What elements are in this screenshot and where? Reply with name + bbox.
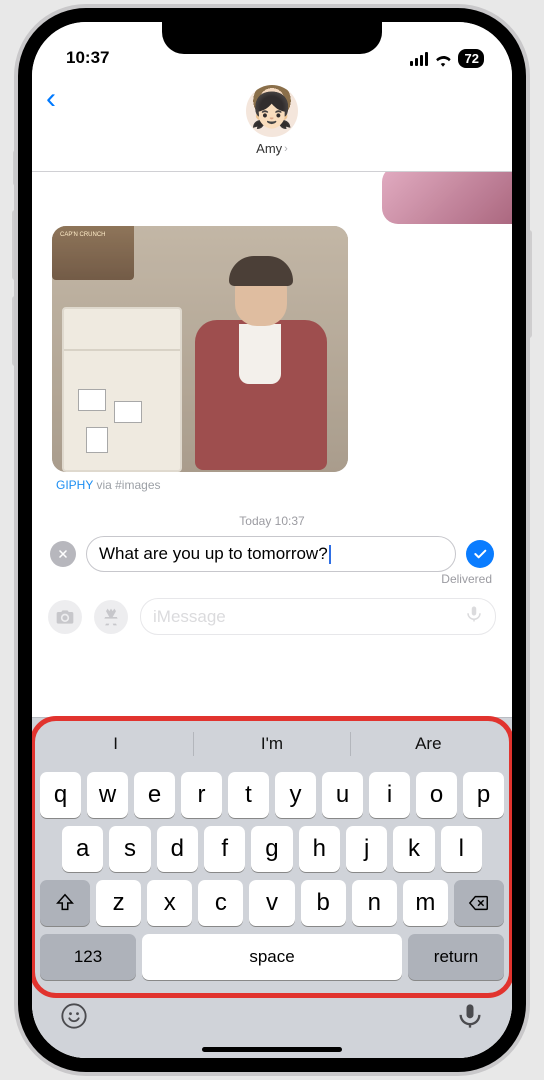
key-b[interactable]: b (301, 880, 346, 926)
chevron-right-icon: › (284, 143, 288, 155)
gif-attribution[interactable]: GIPHY via #images (56, 478, 161, 492)
key-c[interactable]: c (198, 880, 243, 926)
gif-fridge (62, 307, 182, 472)
key-p[interactable]: p (463, 772, 504, 818)
suggestion-2[interactable]: I'm (193, 732, 349, 756)
phone-frame: 10:37 72 ‹ 👧🏻 Amy › CAP'N CRUNCH (18, 8, 526, 1072)
key-z[interactable]: z (96, 880, 141, 926)
key-a[interactable]: a (62, 826, 103, 872)
keyboard-toolbar (38, 988, 506, 1043)
key-row-4: 123 space return (38, 934, 506, 988)
key-m[interactable]: m (403, 880, 448, 926)
timestamp-label: Today 10:37 (32, 514, 512, 528)
delete-key[interactable] (454, 880, 504, 926)
key-x[interactable]: x (147, 880, 192, 926)
key-row-3: z x c v b n m (38, 880, 506, 926)
key-t[interactable]: t (228, 772, 269, 818)
camera-button[interactable] (48, 600, 82, 634)
key-o[interactable]: o (416, 772, 457, 818)
wifi-icon (434, 52, 452, 66)
key-j[interactable]: j (346, 826, 387, 872)
key-v[interactable]: v (249, 880, 294, 926)
compose-input[interactable]: iMessage (140, 598, 496, 635)
gif-source-label: GIPHY (56, 478, 93, 492)
received-gif-message[interactable]: CAP'N CRUNCH (52, 226, 348, 472)
key-row-2: a s d f g h j k l (38, 826, 506, 872)
screen: 10:37 72 ‹ 👧🏻 Amy › CAP'N CRUNCH (32, 22, 512, 1058)
dictation-key[interactable] (456, 1002, 484, 1035)
suggestion-1[interactable]: I (38, 724, 193, 764)
cellular-icon (410, 52, 428, 66)
message-edit-input[interactable]: What are you up to tomorrow? (86, 536, 456, 572)
conversation-header: ‹ 👧🏻 Amy › (32, 70, 512, 172)
space-key[interactable]: space (142, 934, 402, 980)
delivered-label: Delivered (441, 572, 492, 586)
gif-person (177, 252, 342, 472)
return-key[interactable]: return (408, 934, 504, 980)
compose-bar: iMessage (48, 598, 496, 635)
status-indicators: 72 (410, 49, 484, 68)
status-time: 10:37 (66, 48, 109, 68)
dictation-button[interactable] (465, 605, 483, 628)
message-edit-text: What are you up to tomorrow? (99, 544, 328, 564)
key-g[interactable]: g (251, 826, 292, 872)
sent-image-message[interactable] (382, 172, 512, 224)
contact-avatar[interactable]: 👧🏻 (246, 85, 298, 137)
power-button[interactable] (525, 230, 532, 338)
microphone-icon (465, 605, 483, 623)
key-s[interactable]: s (109, 826, 150, 872)
app-store-button[interactable] (94, 600, 128, 634)
back-icon[interactable]: ‹ (46, 82, 56, 116)
text-caret (329, 545, 331, 564)
compose-placeholder: iMessage (153, 607, 226, 627)
shift-icon (54, 892, 76, 914)
key-q[interactable]: q (40, 772, 81, 818)
key-f[interactable]: f (204, 826, 245, 872)
contact-name[interactable]: Amy › (256, 141, 288, 156)
gif-scene: CAP'N CRUNCH (52, 226, 348, 472)
key-u[interactable]: u (322, 772, 363, 818)
confirm-edit-button[interactable] (466, 540, 494, 568)
delete-icon (468, 892, 490, 914)
gif-via-label: via #images (93, 478, 160, 492)
key-l[interactable]: l (441, 826, 482, 872)
key-row-1: q w e r t y u i o p (38, 772, 506, 818)
keyboard: I I'm Are q w e r t y u i o p a s d f (32, 717, 512, 1058)
emoji-icon (60, 1002, 88, 1030)
close-icon (57, 548, 69, 560)
message-edit-row: What are you up to tomorrow? (50, 536, 494, 572)
shift-key[interactable] (40, 880, 90, 926)
notch (162, 20, 382, 54)
key-y[interactable]: y (275, 772, 316, 818)
cancel-edit-button[interactable] (50, 541, 76, 567)
microphone-icon (456, 1002, 484, 1030)
conversation-thread[interactable]: CAP'N CRUNCH GIPHY via #images Today 10:… (32, 172, 512, 717)
home-indicator[interactable] (202, 1047, 342, 1052)
key-n[interactable]: n (352, 880, 397, 926)
suggestion-3[interactable]: Are (350, 732, 506, 756)
key-i[interactable]: i (369, 772, 410, 818)
key-r[interactable]: r (181, 772, 222, 818)
key-k[interactable]: k (393, 826, 434, 872)
app-store-icon (101, 607, 121, 627)
contact-name-label: Amy (256, 141, 282, 156)
emoji-button[interactable] (60, 1002, 88, 1035)
battery-indicator: 72 (458, 49, 484, 68)
suggestion-bar: I I'm Are (38, 724, 506, 764)
key-d[interactable]: d (157, 826, 198, 872)
gif-cabinet: CAP'N CRUNCH (52, 226, 134, 280)
key-e[interactable]: e (134, 772, 175, 818)
numbers-key[interactable]: 123 (40, 934, 136, 980)
checkmark-icon (472, 546, 488, 562)
key-h[interactable]: h (299, 826, 340, 872)
camera-icon (55, 607, 75, 627)
key-w[interactable]: w (87, 772, 128, 818)
